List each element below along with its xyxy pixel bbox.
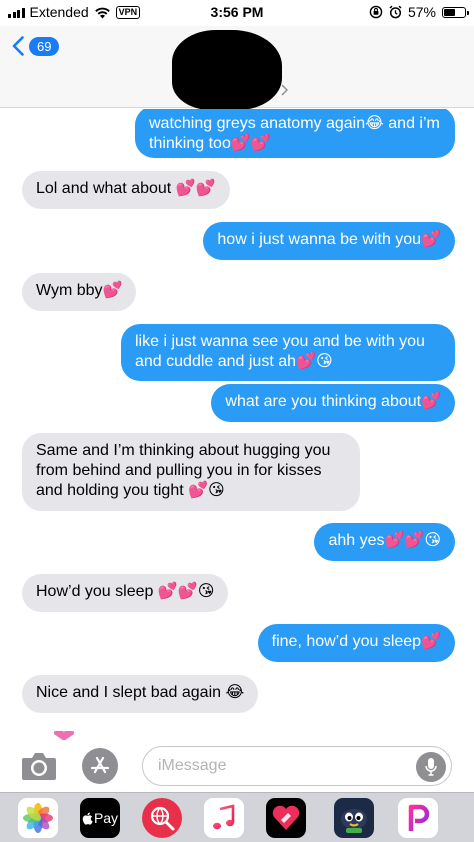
globe-search-icon xyxy=(150,806,175,831)
camera-icon[interactable] xyxy=(20,748,58,784)
status-right: 57% xyxy=(369,4,469,20)
app-store-button[interactable] xyxy=(82,748,118,784)
game-app-icon[interactable] xyxy=(334,798,374,838)
message-bubble-received[interactable]: Lol and what about 💕💕 xyxy=(22,171,230,209)
battery-icon xyxy=(442,6,469,18)
music-note-icon xyxy=(213,804,235,830)
chevron-left-icon xyxy=(12,36,24,56)
picsart-logo-icon xyxy=(408,804,430,831)
message-bubble-received[interactable]: Nice and I slept bad again 😂 xyxy=(22,675,259,713)
message-list[interactable]: watching greys anatomy again😂 and i’m th… xyxy=(0,109,474,734)
message-bubble-received[interactable]: Wym bby💕 xyxy=(22,273,137,311)
message-bubble-sent[interactable]: ahh yes💕💕😘 xyxy=(314,523,455,561)
music-app-icon[interactable] xyxy=(204,798,244,838)
image-search-app-icon[interactable] xyxy=(142,798,182,838)
photos-icon xyxy=(23,803,53,833)
back-button[interactable]: 69 xyxy=(12,36,60,56)
game-character-icon xyxy=(341,809,367,833)
photos-app-icon[interactable] xyxy=(18,798,58,838)
apple-logo-icon xyxy=(82,812,93,825)
app-drawer: Pay xyxy=(0,792,474,842)
app-store-icon xyxy=(90,756,110,774)
status-bar: Extended VPN 3:56 PM 57% xyxy=(0,0,474,26)
battery-percent: 57% xyxy=(407,4,436,20)
contact-avatar[interactable] xyxy=(172,30,282,110)
compose-bar xyxy=(0,740,474,792)
microphone-icon xyxy=(425,758,437,776)
message-input[interactable] xyxy=(142,746,452,786)
message-bubble-sent[interactable]: like i just wanna see you and be with yo… xyxy=(121,324,455,381)
message-bubble-sent[interactable]: watching greys anatomy again😂 and i’m th… xyxy=(135,109,455,158)
message-bubble-sent[interactable]: what are you thinking about💕 xyxy=(211,384,455,422)
microphone-button[interactable] xyxy=(416,752,446,782)
apple-pay-app-icon[interactable]: Pay xyxy=(80,798,120,838)
heart-icon xyxy=(272,805,300,830)
unread-count-badge: 69 xyxy=(29,36,60,56)
alarm-icon xyxy=(389,5,402,19)
digital-touch-app-icon[interactable] xyxy=(266,798,306,838)
apple-pay-label: Pay xyxy=(93,810,119,826)
conversation-header: 69 xyxy=(0,26,474,110)
message-bubble-sent[interactable]: fine, how’d you sleep💕 xyxy=(257,624,455,662)
orientation-lock-icon xyxy=(369,5,383,19)
message-bubble-received[interactable]: Same and I’m thinking about hugging you … xyxy=(22,433,360,511)
chevron-right-icon[interactable] xyxy=(281,84,288,96)
picsart-app-icon[interactable] xyxy=(398,798,438,838)
message-bubble-received[interactable]: How’d you sleep 💕💕😘 xyxy=(22,574,229,612)
message-bubble-sent[interactable]: how i just wanna be with you💕 xyxy=(203,222,455,260)
